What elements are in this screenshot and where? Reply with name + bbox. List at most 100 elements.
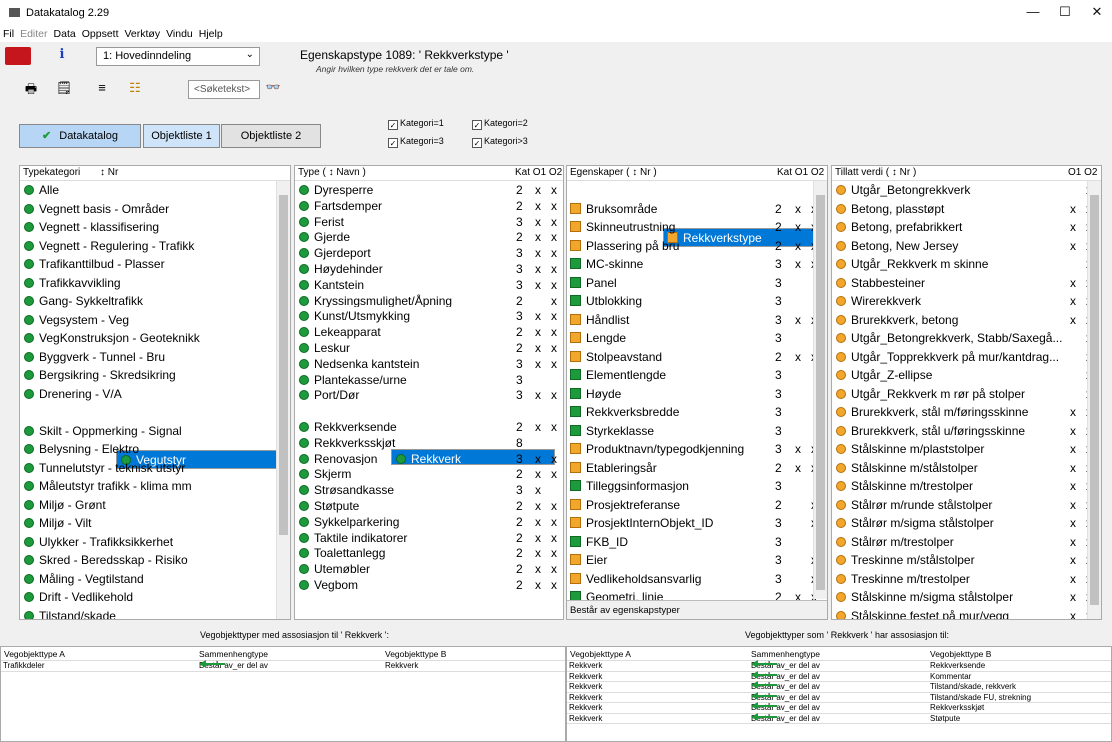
type-item[interactable]: Leskur 2 x x [295, 339, 563, 355]
type-item[interactable]: Nedsenka kantstein 3 x x [295, 355, 563, 371]
tillatt-verdi-item[interactable]: Utgår_Betongrekkverkx [832, 181, 1101, 200]
type-item[interactable]: Kryssingsmulighet/Åpning 2 x [295, 292, 563, 307]
typekategori-item[interactable]: Drift - Vedlikehold [20, 588, 290, 607]
menu-vindu[interactable]: Vindu [163, 26, 196, 42]
binoculars-icon[interactable]: 👓 [263, 80, 283, 94]
info-icon[interactable]: i [52, 47, 72, 62]
egenskap-item[interactable]: ProsjektInternObjekt_ID3x [567, 514, 827, 533]
tillatt-verdi-item[interactable]: Treskinne m/stålstolperxx [832, 551, 1101, 570]
type-item[interactable]: Taktile indikatorer 2 x x [295, 529, 563, 544]
tillatt-verdi-item[interactable]: Stålskinne m/sigma stålstolperxx [832, 588, 1101, 607]
tillatt-verdi-item[interactable]: Brurekkverk, stål u/føringsskinnexx [832, 422, 1101, 441]
maximize-button[interactable]: ☐ [1050, 4, 1080, 20]
egenskap-item[interactable]: Eier3x [567, 551, 827, 570]
typekategori-item[interactable]: Vegnett basis - Områder [20, 200, 290, 219]
typekategori-item[interactable]: Byggverk - Tunnel - Bru [20, 348, 290, 367]
type-item[interactable]: Støtpute 2 x x [295, 497, 563, 513]
type-item[interactable]: Fartsdemper 2 x x [295, 197, 563, 213]
egenskap-item[interactable]: Produktnavn/typegodkjenning3xx [567, 440, 827, 459]
typekategori-item[interactable]: Tunnelutstyr - teknisk utstyr [20, 459, 290, 478]
type-item[interactable]: Rekkverksskjøt 8 [295, 434, 563, 450]
tillatt-verdi-item[interactable]: Utgår_Betongrekkverk, Stabb/Saxegå...x [832, 329, 1101, 348]
checkbox-kategori-1[interactable]: ✓ Kategori=1 [388, 118, 444, 130]
tab-objektliste-2[interactable]: Objektliste 2 [221, 124, 321, 148]
tillatt-verdi-item[interactable]: Wirerekkverkxx [832, 292, 1101, 311]
type-item[interactable]: Sykkelparkering 2 x x [295, 513, 563, 529]
tillatt-verdi-item[interactable]: Stålskinne m/stålstolperxx [832, 459, 1101, 478]
tillatt-verdi-item[interactable]: Stålskinne festet på mur/veggxx [832, 607, 1101, 619]
egenskap-item[interactable]: Styrkeklasse 3 [567, 422, 827, 441]
scrollbar[interactable] [1087, 181, 1101, 619]
typekategori-item[interactable]: VegKonstruksjon - Geoteknikk [20, 329, 290, 348]
properties-icon[interactable]: 🗒 [54, 80, 74, 96]
egenskap-item[interactable]: Elementlengde 3 [567, 366, 827, 385]
tillatt-verdi-item[interactable]: Stålrør m/trestolperxx [832, 533, 1101, 552]
typekategori-item[interactable]: Bergsikring - Skredsikring [20, 366, 290, 385]
type-item[interactable]: Utemøbler 2 x x [295, 560, 563, 576]
tillatt-verdi-item[interactable]: Stålrør m/runde stålstolperxx [832, 496, 1101, 515]
tillatt-verdi-item[interactable]: Utgår_Rekkverk m rør på stolperx [832, 385, 1101, 404]
egenskap-item[interactable]: Skinneutrustning2xx [567, 218, 827, 237]
egenskap-item[interactable]: Håndlist3xx [567, 311, 827, 330]
type-item[interactable]: Dyresperre 2 x x [295, 181, 563, 197]
egenskap-item[interactable]: Rekkverksbredde 3 [567, 403, 827, 422]
close-button[interactable]: ✕ [1082, 4, 1112, 20]
egenskap-item[interactable]: Vedlikeholdsansvarlig3x [567, 570, 827, 589]
assoc-row[interactable]: Rekkverk Består av_er del av Tilstand/skad… [567, 691, 1111, 703]
type-item[interactable]: Høydehinder 3 x x [295, 260, 563, 276]
menu-fil[interactable]: Fil [0, 26, 17, 42]
scrollbar[interactable] [813, 181, 827, 599]
typekategori-item[interactable]: Vegnett - Regulering - Trafikk [20, 237, 290, 256]
tillatt-verdi-item[interactable]: Brurekkverk, stål m/føringsskinnexx [832, 403, 1101, 422]
typekategori-item[interactable]: Miljø - Vilt [20, 514, 290, 533]
tillatt-verdi-item[interactable]: Stålskinne m/trestolperxx [832, 477, 1101, 496]
type-item[interactable]: Ferist 3 x x [295, 213, 563, 228]
typekategori-item[interactable]: Trafikanttilbud - Plasser [20, 255, 290, 274]
tillatt-verdi-item[interactable]: Treskinne m/trestolperxx [832, 570, 1101, 589]
type-item[interactable]: Kantstein 3 x x [295, 276, 563, 292]
assoc-row[interactable]: Rekkverk Består av_er del av Rekkverksende [567, 660, 1111, 672]
typekategori-item[interactable]: Måling - Vegtilstand [20, 570, 290, 589]
menu-hjelp[interactable]: Hjelp [196, 26, 226, 42]
typekategori-item[interactable]: Skilt - Oppmerking - Signal [20, 422, 290, 441]
type-item[interactable]: Lekeapparat 2 x x [295, 323, 563, 339]
type-item[interactable]: Gjerde 2 x x [295, 228, 563, 244]
typekategori-item[interactable]: Alle [20, 181, 290, 200]
tillatt-verdi-item[interactable]: Utgår_Topprekkverk på mur/kantdrag...x [832, 348, 1101, 367]
tillatt-verdi-item[interactable]: Betong, New Jerseyxx [832, 237, 1101, 256]
checkbox-kategori-gt3[interactable]: ✓ Kategori>3 [472, 136, 528, 148]
egenskap-item[interactable]: Utblokking 3 [567, 292, 827, 311]
checkbox-kategori-2[interactable]: ✓ Kategori=2 [472, 118, 528, 130]
type-item[interactable]: Kunst/Utsmykking 3 x x [295, 307, 563, 323]
typekategori-item[interactable]: Vegnett - klassifisering [20, 218, 290, 237]
assoc-row[interactable]: Rekkverk Består av_er del av Kommentar [567, 670, 1111, 682]
assoc-row[interactable]: Rekkverk Består av_er del av Tilstand/skad… [567, 681, 1111, 693]
type-item[interactable]: Vegbom 2 x x [295, 576, 563, 592]
type-item[interactable]: Toalettanlegg 2 x x [295, 544, 563, 560]
tillatt-verdi-item[interactable]: Betong, plasstøptxx [832, 200, 1101, 219]
egenskap-item[interactable]: Bruksområde2xx [567, 200, 827, 219]
typekategori-item[interactable]: Tilstand/skade [20, 607, 290, 619]
menu-editer[interactable]: Editer [17, 26, 50, 42]
type-item[interactable]: Port/Dør 3 x x [295, 386, 563, 402]
print-icon[interactable]: 🖶 [21, 80, 41, 102]
assoc-row[interactable]: Rekkverk Består av_er del av Støtpute [567, 712, 1111, 724]
menu-oppsett[interactable]: Oppsett [79, 26, 122, 42]
menu-data[interactable]: Data [51, 26, 79, 42]
tillatt-verdi-item[interactable]: Stålrør m/sigma stålstolperxx [832, 514, 1101, 533]
egenskap-item[interactable]: Lengde 3 [567, 329, 827, 348]
category-dropdown[interactable]: 1: Hovedinndeling ⌄ [96, 47, 260, 66]
tillatt-verdi-item[interactable]: Stålskinne m/plaststolperxx [832, 440, 1101, 459]
egenskap-item[interactable]: Prosjektreferanse2x [567, 496, 827, 515]
egenskap-item[interactable]: Panel 3 [567, 274, 827, 293]
tillatt-verdi-item[interactable]: Betong, prefabrikkertxx [832, 218, 1101, 237]
type-item[interactable]: Skjerm 2 x x [295, 465, 563, 481]
checkbox-kategori-3[interactable]: ✓ Kategori=3 [388, 136, 444, 148]
egenskap-item[interactable]: Plassering på bru2xx [567, 237, 827, 256]
egenskap-item[interactable]: FKB_ID 3 [567, 533, 827, 552]
tab-datakatalog[interactable]: ✔ Datakatalog [19, 124, 141, 148]
typekategori-item[interactable]: Trafikkavvikling [20, 274, 290, 293]
egenskap-item[interactable]: Høyde 3 [567, 385, 827, 404]
tillatt-verdi-item[interactable]: Brurekkverk, betongxx [832, 311, 1101, 330]
minimize-button[interactable]: — [1018, 4, 1048, 19]
